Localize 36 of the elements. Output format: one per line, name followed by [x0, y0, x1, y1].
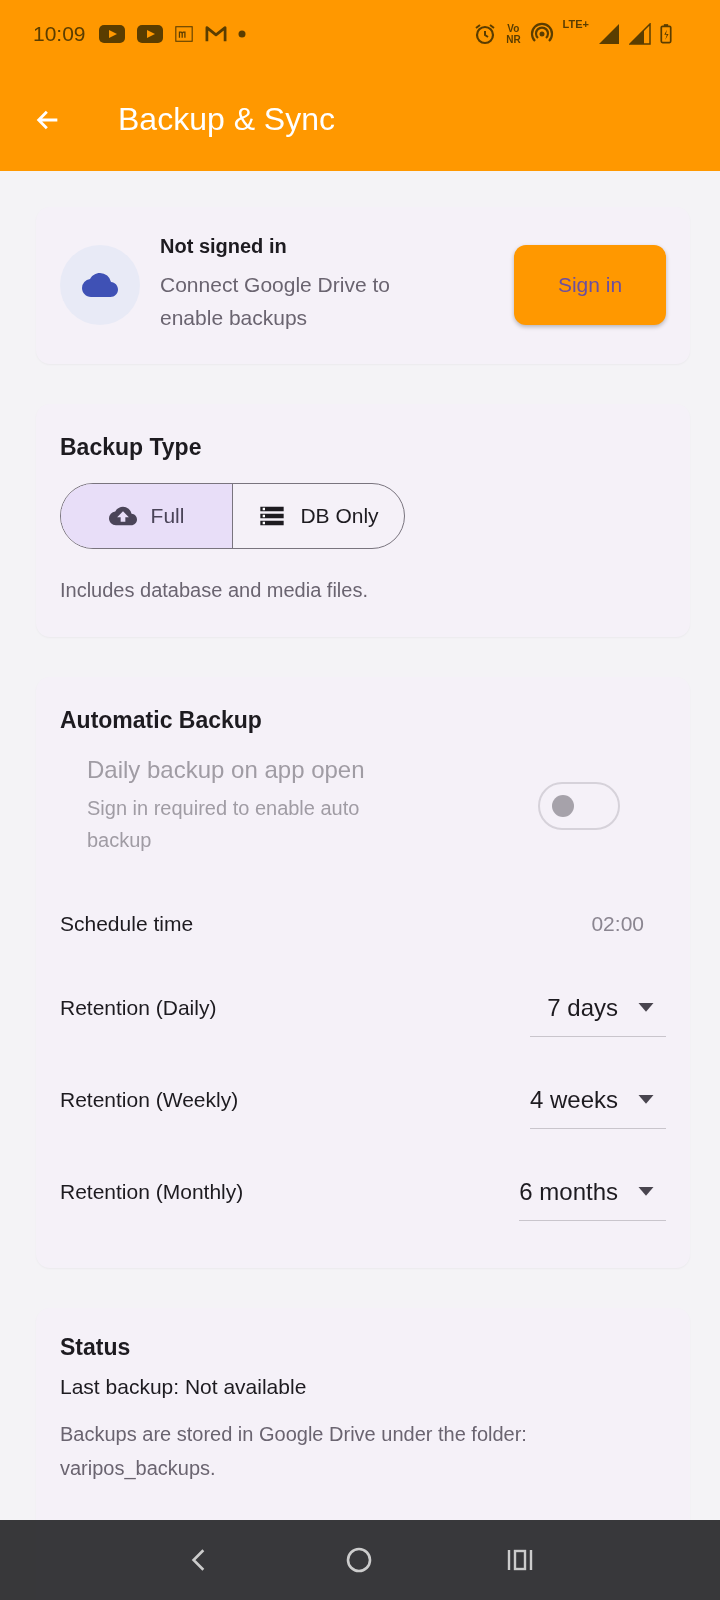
vonr-label: NR [506, 34, 521, 45]
letter-m-icon [173, 24, 194, 44]
play-icon [97, 22, 126, 46]
backup-type-option[interactable]: Full [61, 484, 232, 548]
retention-dropdown[interactable]: 7 days [530, 979, 666, 1037]
section-title: Backup Type [60, 434, 203, 461]
setting-label: Retention (Daily) [60, 996, 217, 1020]
backup-type-description: Includes database and media files. [60, 578, 369, 603]
screen-title: Backup & Sync [118, 101, 335, 138]
backup-type-option[interactable]: DB Only [232, 484, 404, 548]
network-label: LTE+ [562, 18, 589, 30]
setting-label: Retention (Monthly) [60, 1180, 244, 1204]
section-title: Automatic Backup [60, 707, 263, 734]
retention-dropdown[interactable]: 4 weeks [529, 1071, 666, 1129]
home-circle-icon [345, 1546, 373, 1574]
last-backup-text: Last backup: Not available [60, 1375, 308, 1399]
setting-label: Schedule time [60, 912, 194, 936]
account-status: Not signed in [160, 235, 288, 258]
setting-label: Retention (Weekly) [60, 1088, 239, 1112]
play-icon [135, 22, 164, 46]
setting-label: Daily backup on app open [87, 756, 366, 784]
clock-time: 10:09 [33, 22, 86, 46]
dropdown-caret-icon [638, 1186, 654, 1197]
setting-description: Sign in required to enable auto backup [87, 796, 361, 853]
section-title: Status [60, 1334, 132, 1361]
mail-icon [203, 24, 228, 44]
info-paragraph: Backups are stored in Google Drive under the folder: varipos_backups. [60, 1422, 528, 1482]
dropdown-caret-icon [638, 1094, 654, 1105]
signal-icon [629, 23, 651, 45]
dot-icon [237, 30, 246, 38]
account-description: Connect Google Drive to enable backups [160, 272, 391, 331]
signal-icon [598, 23, 620, 45]
retention-dropdown[interactable]: 6 months [519, 1163, 666, 1221]
battery-icon [660, 23, 672, 45]
vonr-label: Vo [507, 23, 520, 34]
dropdown-caret-icon [638, 1002, 654, 1013]
